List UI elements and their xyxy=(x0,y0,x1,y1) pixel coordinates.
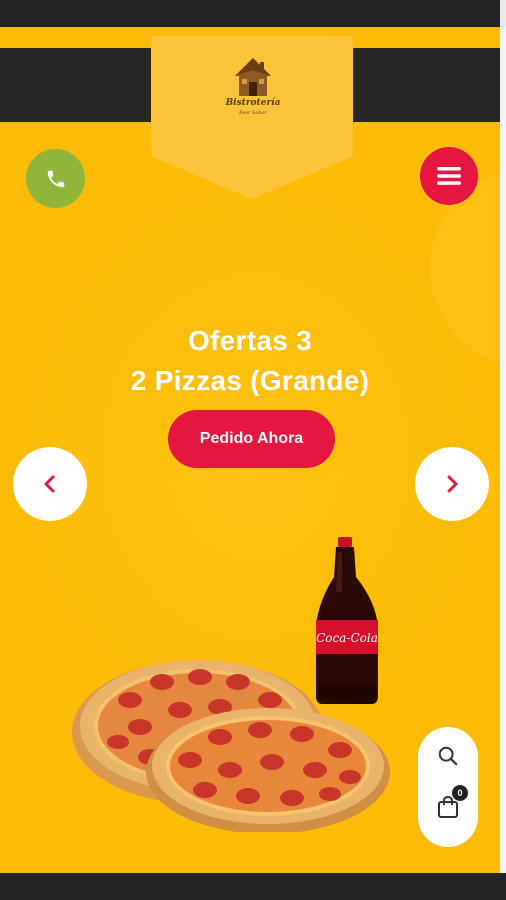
next-slide-button[interactable] xyxy=(415,447,489,521)
house-logo-icon xyxy=(235,58,271,96)
scrollbar[interactable] xyxy=(500,27,506,873)
hero-page: Bistrotería Best Sabor Ofertas 3 2 Pizza… xyxy=(0,27,500,873)
order-now-button[interactable]: Pedido Ahora xyxy=(168,410,335,468)
chevron-left-icon xyxy=(44,475,55,493)
prev-slide-button[interactable] xyxy=(13,447,87,521)
brand-logo[interactable]: Bistrotería Best Sabor xyxy=(222,54,284,120)
phone-button[interactable] xyxy=(26,149,85,208)
menu-button[interactable] xyxy=(420,147,478,205)
search-icon xyxy=(438,746,458,766)
hero-title: Ofertas 3 2 Pizzas (Grande) xyxy=(0,321,500,401)
brand-tagline: Best Sabor xyxy=(239,110,267,116)
brand-name: Bistrotería xyxy=(225,98,281,108)
cart-count-badge: 0 xyxy=(452,785,468,801)
product-image: Coca-Cola xyxy=(70,532,390,834)
chevron-right-icon xyxy=(447,475,458,493)
browser-top-bar xyxy=(0,0,506,27)
hero-title-line1: Ofertas 3 xyxy=(187,325,313,356)
browser-bottom-bar xyxy=(0,873,506,900)
phone-icon xyxy=(47,170,64,187)
search-button[interactable] xyxy=(433,741,463,771)
bottle-label: Coca-Cola xyxy=(316,631,378,645)
scroll-track xyxy=(500,0,506,27)
floating-action-bar: 0 xyxy=(418,727,478,847)
coca-cola-bottle: Coca-Cola xyxy=(316,537,378,704)
hero-title-line2: 2 Pizzas (Grande) xyxy=(130,365,370,396)
hamburger-menu-icon xyxy=(437,167,461,185)
